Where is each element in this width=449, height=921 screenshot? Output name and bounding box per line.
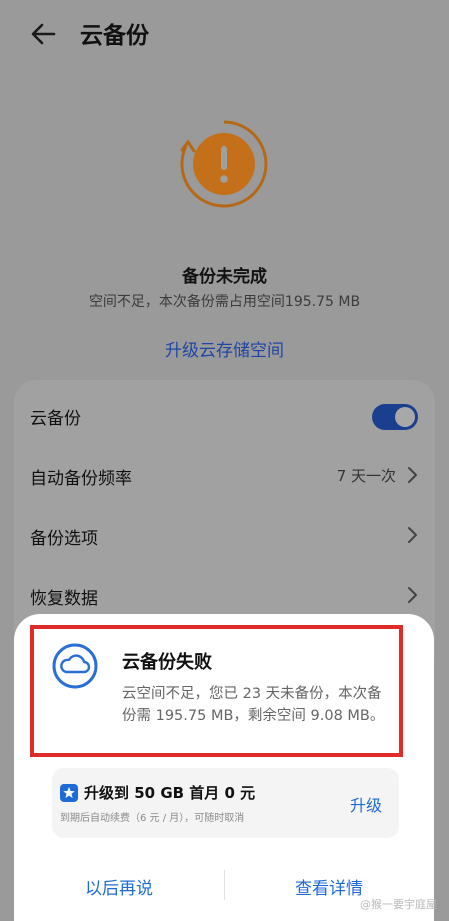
cloud-backup-toggle[interactable]	[372, 404, 418, 430]
backup-status-title: 备份未完成	[182, 267, 267, 287]
backup-frequency-row[interactable]: 自动备份频率 7 天一次	[30, 456, 418, 496]
promo-note: 到期后自动续费（6 元 / 月），可随时取消	[60, 813, 245, 824]
cloud-icon	[52, 643, 98, 689]
backup-status-subtitle: 空间不足，本次备份需占用空间195.75 MB	[88, 294, 361, 310]
backup-frequency-value: 7 天一次	[336, 467, 396, 485]
row-label: 备份选项	[30, 529, 98, 549]
chevron-right-icon	[408, 587, 417, 603]
upgrade-storage-link[interactable]: 升级云存储空间	[0, 336, 449, 361]
chevron-right-icon	[408, 527, 417, 543]
page-title: 云备份	[80, 23, 149, 49]
row-label: 自动备份频率	[30, 469, 132, 489]
top-bar: 云备份	[0, 0, 449, 70]
restore-data-row[interactable]: 恢复数据	[30, 576, 418, 616]
chevron-right-icon	[408, 467, 417, 483]
backup-warning-icon	[180, 120, 268, 208]
backup-options-row[interactable]: 备份选项	[30, 516, 418, 556]
star-badge-icon	[60, 784, 78, 802]
back-arrow-icon[interactable]	[28, 18, 60, 50]
row-label: 恢复数据	[30, 589, 98, 609]
row-label: 云备份	[30, 409, 81, 429]
upgrade-promo-card[interactable]: 升级到 50 GB 首月 0 元 到期后自动续费（6 元 / 月），可随时取消 …	[52, 768, 399, 838]
later-button[interactable]: 以后再说	[14, 874, 224, 899]
promo-title: 升级到 50 GB 首月 0 元	[84, 784, 256, 802]
toggle-knob	[395, 407, 415, 427]
cloud-backup-toggle-row[interactable]: 云备份	[30, 396, 418, 436]
watermark: @猴一要宇庭屋	[360, 898, 437, 911]
upgrade-button[interactable]: 升级	[350, 792, 382, 816]
dialog-title: 云备份失败	[122, 652, 212, 673]
dialog-message: 云空间不足，您已 23 天未备份，本次备份需 195.75 MB，剩余空间 9.…	[122, 686, 385, 724]
